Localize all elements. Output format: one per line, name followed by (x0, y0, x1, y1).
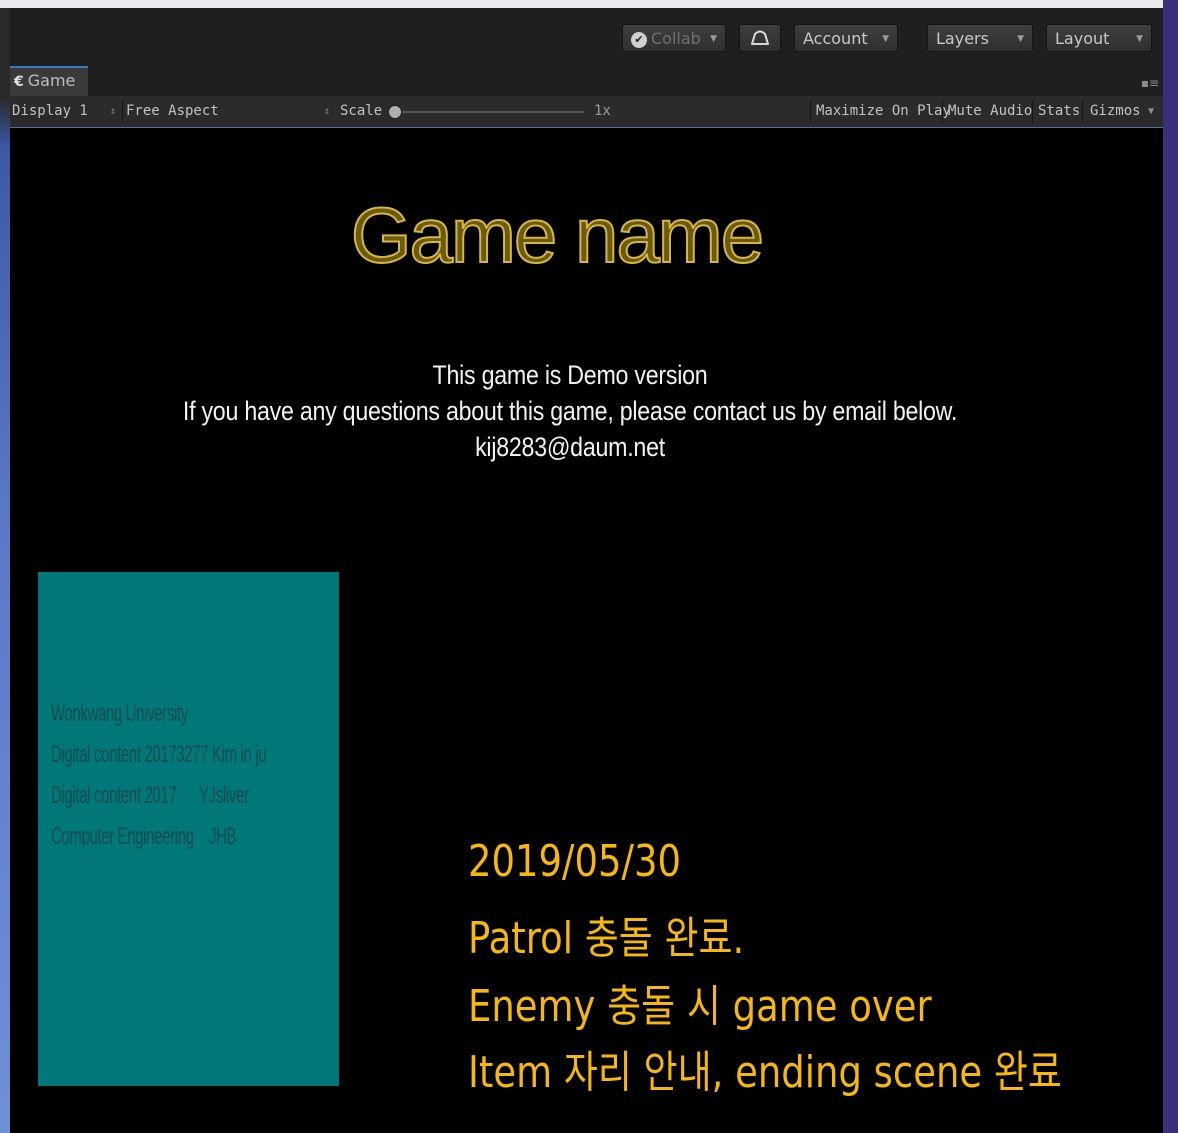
dropdown-arrow-icon[interactable]: ▼ (1148, 96, 1154, 127)
mute-audio-toggle[interactable]: Mute Audio (948, 96, 1032, 127)
layers-label: Layers (936, 29, 989, 48)
update-note: Enemy 충돌 시 game over (468, 981, 932, 1032)
divider (810, 100, 811, 123)
dropdown-arrow-icon: ▼ (1017, 34, 1024, 44)
layers-dropdown[interactable]: Layers ▼ (927, 24, 1033, 52)
window-top-border (0, 0, 1163, 8)
left-window-edge (0, 8, 10, 1133)
credit-line: Digital content 20173277 Kim in ju (51, 741, 267, 768)
dropdown-arrow-icon: ▼ (882, 34, 889, 44)
divider (1032, 100, 1033, 123)
dropdown-arrow-icon: ▼ (1136, 34, 1143, 44)
credit-line: Digital content 2017 YJsliver (51, 782, 249, 809)
layout-dropdown[interactable]: Layout ▼ (1046, 24, 1152, 52)
layout-label: Layout (1055, 29, 1110, 48)
cloud-button[interactable] (739, 24, 781, 52)
editor-toolbar: ✔ Collab ▼ Account ▼ Layers ▼ Layout ▼ (10, 8, 1163, 66)
aspect-label: Free Aspect (126, 103, 219, 119)
display-dropdown[interactable]: Display 1 ⇕ (12, 96, 122, 127)
divider (122, 100, 123, 123)
updown-arrow-icon: ⇕ (323, 106, 330, 117)
game-view: Game name This game is Demo version If y… (10, 128, 1163, 1133)
scale-slider-track (394, 111, 584, 113)
stats-toggle[interactable]: Stats (1038, 96, 1080, 127)
game-view-icon: € (14, 74, 24, 90)
tab-bar: € Game ▪≡ (10, 66, 1163, 96)
info-text-line: This game is Demo version (432, 360, 708, 390)
dropdown-arrow-icon: ▼ (710, 34, 717, 44)
game-title: Game name (350, 190, 765, 280)
updown-arrow-icon: ⇕ (109, 106, 116, 117)
collab-button[interactable]: ✔ Collab ▼ (622, 24, 726, 52)
credit-line: Wonkwang University (51, 700, 188, 727)
credit-line: Computer Engineering JHB (51, 823, 237, 850)
divider (1082, 100, 1083, 123)
update-date: 2019/05/30 (468, 836, 682, 887)
account-label: Account (803, 29, 868, 48)
credits-panel: Wonkwang University Digital content 2017… (38, 572, 339, 1086)
scale-slider[interactable] (388, 96, 588, 127)
gizmos-toggle[interactable]: Gizmos (1090, 96, 1141, 127)
scale-label: Scale (340, 103, 383, 119)
aspect-dropdown[interactable]: Free Aspect ⇕ (126, 96, 336, 127)
account-dropdown[interactable]: Account ▼ (794, 24, 898, 52)
display-label: Display 1 (12, 103, 88, 119)
tab-game-label: Game (27, 71, 76, 90)
maximize-on-play-toggle[interactable]: Maximize On Play (816, 96, 951, 127)
checkmark-icon: ✔ (631, 31, 647, 48)
update-note: Item 자리 안내, ending scene 완료 (468, 1047, 1062, 1098)
game-view-controls: Display 1 ⇕ Free Aspect ⇕ Scale 1x Maxim… (10, 96, 1163, 128)
info-text-line: If you have any questions about this gam… (182, 396, 958, 426)
divider (942, 100, 943, 123)
tab-menu-icon[interactable]: ▪≡ (1141, 76, 1159, 90)
unity-editor-window: ✔ Collab ▼ Account ▼ Layers ▼ Layout ▼ € G… (0, 0, 1178, 1133)
collab-label: Collab (651, 29, 701, 48)
scale-value: 1x (594, 103, 611, 119)
scale-slider-thumb[interactable] (388, 105, 402, 119)
update-note: Patrol 충돌 완료. (468, 913, 745, 964)
tab-game[interactable]: € Game (10, 66, 88, 96)
cloud-icon (751, 30, 769, 45)
contact-email: kij8283@daum.net (475, 432, 665, 462)
right-window-edge (1163, 0, 1178, 1133)
